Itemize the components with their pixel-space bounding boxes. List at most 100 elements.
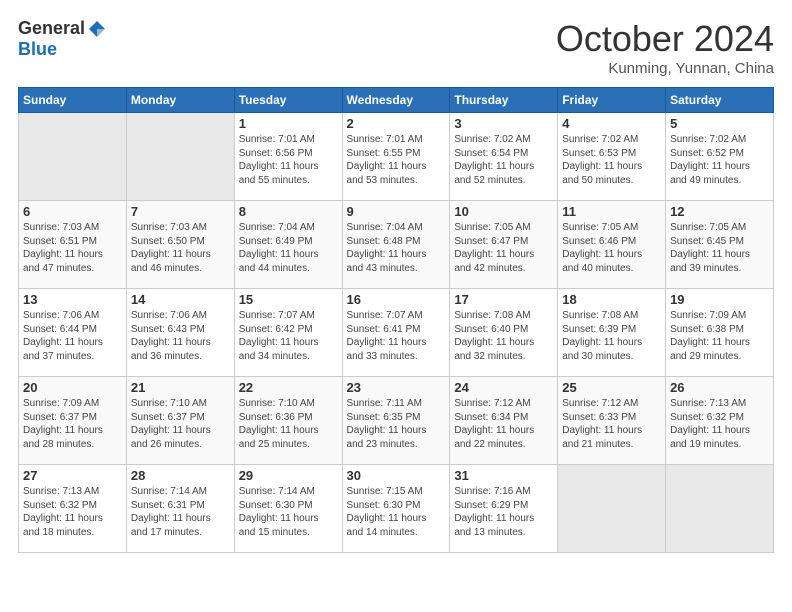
calendar-cell: 13 Sunrise: 7:06 AM Sunset: 6:44 PM Dayli…	[19, 289, 127, 377]
day-number: 4	[562, 116, 661, 131]
logo-general-text: General	[18, 18, 85, 39]
calendar-cell: 7Sunrise: 7:03 AM Sunset: 6:50 PM Daylig…	[126, 201, 234, 289]
day-info: Sunrise: 7:09 AM Sunset: 6:37 PM Dayligh…	[23, 397, 122, 451]
calendar-cell: 9 Sunrise: 7:04 AM Sunset: 6:48 PM Daylig…	[342, 201, 450, 289]
day-number: 20	[23, 380, 122, 395]
day-info: Sunrise: 7:06 AM Sunset: 6:44 PM Dayligh…	[23, 309, 122, 363]
calendar-cell: 30Sunrise: 7:15 AM Sunset: 6:30 PM Dayli…	[342, 465, 450, 553]
day-info: Sunrise: 7:12 AM Sunset: 6:34 PM Dayligh…	[454, 397, 553, 451]
calendar-cell: 24 Sunrise: 7:12 AM Sunset: 6:34 PM Dayli…	[450, 377, 558, 465]
month-title: October 2024	[556, 18, 774, 60]
day-number: 1	[239, 116, 338, 131]
calendar-cell: 1 Sunrise: 7:01 AM Sunset: 6:56 PM Daylig…	[234, 113, 342, 201]
day-number: 22	[239, 380, 338, 395]
location: Kunming, Yunnan, China	[556, 60, 774, 77]
day-info: Sunrise: 7:03 AM Sunset: 6:51 PM Dayligh…	[23, 221, 122, 275]
weekday-header-monday: Monday	[126, 88, 234, 113]
day-info: Sunrise: 7:02 AM Sunset: 6:53 PM Dayligh…	[562, 133, 661, 187]
calendar-cell: 28 Sunrise: 7:14 AM Sunset: 6:31 PM Dayli…	[126, 465, 234, 553]
day-info: Sunrise: 7:02 AM Sunset: 6:52 PM Dayligh…	[670, 133, 769, 187]
day-info: Sunrise: 7:11 AM Sunset: 6:35 PM Dayligh…	[347, 397, 446, 451]
calendar-cell: 26 Sunrise: 7:13 AM Sunset: 6:32 PM Dayli…	[666, 377, 774, 465]
day-info: Sunrise: 7:06 AM Sunset: 6:43 PM Dayligh…	[131, 309, 230, 363]
calendar-cell: 16 Sunrise: 7:07 AM Sunset: 6:41 PM Dayli…	[342, 289, 450, 377]
day-number: 31	[454, 468, 553, 483]
calendar-cell: 25 Sunrise: 7:12 AM Sunset: 6:33 PM Dayli…	[558, 377, 666, 465]
weekday-header-tuesday: Tuesday	[234, 88, 342, 113]
calendar-cell: 17 Sunrise: 7:08 AM Sunset: 6:40 PM Dayli…	[450, 289, 558, 377]
day-info: Sunrise: 7:05 AM Sunset: 6:45 PM Dayligh…	[670, 221, 769, 275]
calendar-cell: 29Sunrise: 7:14 AM Sunset: 6:30 PM Dayli…	[234, 465, 342, 553]
logo: General Blue	[18, 18, 107, 60]
calendar-cell: 8 Sunrise: 7:04 AM Sunset: 6:49 PM Daylig…	[234, 201, 342, 289]
calendar-cell: 6Sunrise: 7:03 AM Sunset: 6:51 PM Daylig…	[19, 201, 127, 289]
calendar-cell: 12 Sunrise: 7:05 AM Sunset: 6:45 PM Dayli…	[666, 201, 774, 289]
day-number: 27	[23, 468, 122, 483]
calendar-cell: 14 Sunrise: 7:06 AM Sunset: 6:43 PM Dayli…	[126, 289, 234, 377]
weekday-header-thursday: Thursday	[450, 88, 558, 113]
day-info: Sunrise: 7:01 AM Sunset: 6:56 PM Dayligh…	[239, 133, 338, 187]
calendar-cell: 21 Sunrise: 7:10 AM Sunset: 6:37 PM Dayli…	[126, 377, 234, 465]
day-number: 9	[347, 204, 446, 219]
day-number: 17	[454, 292, 553, 307]
day-info: Sunrise: 7:02 AM Sunset: 6:54 PM Dayligh…	[454, 133, 553, 187]
day-number: 16	[347, 292, 446, 307]
calendar-cell: 27 Sunrise: 7:13 AM Sunset: 6:32 PM Dayli…	[19, 465, 127, 553]
calendar-cell: 15 Sunrise: 7:07 AM Sunset: 6:42 PM Dayli…	[234, 289, 342, 377]
calendar-cell: 23Sunrise: 7:11 AM Sunset: 6:35 PM Dayli…	[342, 377, 450, 465]
day-number: 15	[239, 292, 338, 307]
day-info: Sunrise: 7:09 AM Sunset: 6:38 PM Dayligh…	[670, 309, 769, 363]
day-number: 14	[131, 292, 230, 307]
weekday-header-wednesday: Wednesday	[342, 88, 450, 113]
day-number: 13	[23, 292, 122, 307]
day-number: 29	[239, 468, 338, 483]
calendar-cell: 20 Sunrise: 7:09 AM Sunset: 6:37 PM Dayli…	[19, 377, 127, 465]
day-info: Sunrise: 7:05 AM Sunset: 6:46 PM Dayligh…	[562, 221, 661, 275]
day-info: Sunrise: 7:04 AM Sunset: 6:49 PM Dayligh…	[239, 221, 338, 275]
day-number: 28	[131, 468, 230, 483]
day-info: Sunrise: 7:13 AM Sunset: 6:32 PM Dayligh…	[23, 485, 122, 539]
calendar-cell: 3 Sunrise: 7:02 AM Sunset: 6:54 PM Daylig…	[450, 113, 558, 201]
day-info: Sunrise: 7:04 AM Sunset: 6:48 PM Dayligh…	[347, 221, 446, 275]
day-number: 3	[454, 116, 553, 131]
day-info: Sunrise: 7:07 AM Sunset: 6:42 PM Dayligh…	[239, 309, 338, 363]
day-info: Sunrise: 7:05 AM Sunset: 6:47 PM Dayligh…	[454, 221, 553, 275]
calendar-cell: 19 Sunrise: 7:09 AM Sunset: 6:38 PM Dayli…	[666, 289, 774, 377]
day-info: Sunrise: 7:03 AM Sunset: 6:50 PM Dayligh…	[131, 221, 230, 275]
day-number: 24	[454, 380, 553, 395]
day-info: Sunrise: 7:12 AM Sunset: 6:33 PM Dayligh…	[562, 397, 661, 451]
day-number: 26	[670, 380, 769, 395]
calendar-cell	[126, 113, 234, 201]
day-info: Sunrise: 7:07 AM Sunset: 6:41 PM Dayligh…	[347, 309, 446, 363]
calendar-cell	[19, 113, 127, 201]
day-number: 25	[562, 380, 661, 395]
day-info: Sunrise: 7:10 AM Sunset: 6:37 PM Dayligh…	[131, 397, 230, 451]
day-number: 12	[670, 204, 769, 219]
logo-blue-text: Blue	[18, 39, 57, 60]
day-number: 11	[562, 204, 661, 219]
calendar-cell	[666, 465, 774, 553]
day-number: 19	[670, 292, 769, 307]
calendar-table: SundayMondayTuesdayWednesdayThursdayFrid…	[18, 87, 774, 553]
day-info: Sunrise: 7:08 AM Sunset: 6:40 PM Dayligh…	[454, 309, 553, 363]
day-info: Sunrise: 7:15 AM Sunset: 6:30 PM Dayligh…	[347, 485, 446, 539]
day-number: 10	[454, 204, 553, 219]
day-number: 2	[347, 116, 446, 131]
logo-icon	[87, 19, 107, 39]
calendar-cell: 31Sunrise: 7:16 AM Sunset: 6:29 PM Dayli…	[450, 465, 558, 553]
day-number: 18	[562, 292, 661, 307]
day-info: Sunrise: 7:01 AM Sunset: 6:55 PM Dayligh…	[347, 133, 446, 187]
calendar-cell	[558, 465, 666, 553]
calendar-cell: 22 Sunrise: 7:10 AM Sunset: 6:36 PM Dayli…	[234, 377, 342, 465]
calendar-cell: 5 Sunrise: 7:02 AM Sunset: 6:52 PM Daylig…	[666, 113, 774, 201]
calendar-cell: 10 Sunrise: 7:05 AM Sunset: 6:47 PM Dayli…	[450, 201, 558, 289]
day-number: 5	[670, 116, 769, 131]
weekday-header-sunday: Sunday	[19, 88, 127, 113]
page: General Blue October 2024 Kunming, Yunna…	[0, 0, 792, 612]
day-info: Sunrise: 7:10 AM Sunset: 6:36 PM Dayligh…	[239, 397, 338, 451]
day-info: Sunrise: 7:13 AM Sunset: 6:32 PM Dayligh…	[670, 397, 769, 451]
day-number: 8	[239, 204, 338, 219]
day-info: Sunrise: 7:14 AM Sunset: 6:31 PM Dayligh…	[131, 485, 230, 539]
day-number: 21	[131, 380, 230, 395]
day-info: Sunrise: 7:08 AM Sunset: 6:39 PM Dayligh…	[562, 309, 661, 363]
